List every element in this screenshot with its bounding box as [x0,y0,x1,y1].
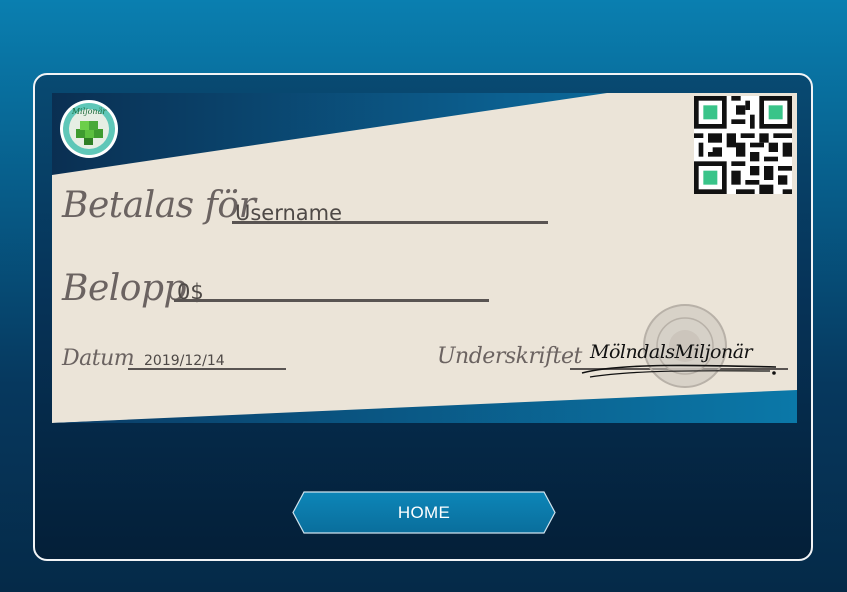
pay-to-line [232,221,548,224]
miljonar-logo-icon: Miljonär [60,100,118,158]
home-button[interactable]: HOME [292,491,556,534]
signature-label: Underskriftet [437,344,582,369]
check-card: Miljonär Betalas för Username Belopp 0$ … [52,93,797,423]
amount-label: Belopp [62,268,187,309]
logo-text: Miljonär [71,107,108,116]
date-line [128,368,286,370]
date-label: Datum [62,346,135,371]
pay-to-label: Betalas för [62,185,256,226]
signature-flourish [581,364,777,378]
date-value: 2019/12/14 [144,353,225,369]
home-button-label: HOME [397,502,451,522]
qr-code-icon [694,96,792,194]
amount-line [174,299,489,302]
